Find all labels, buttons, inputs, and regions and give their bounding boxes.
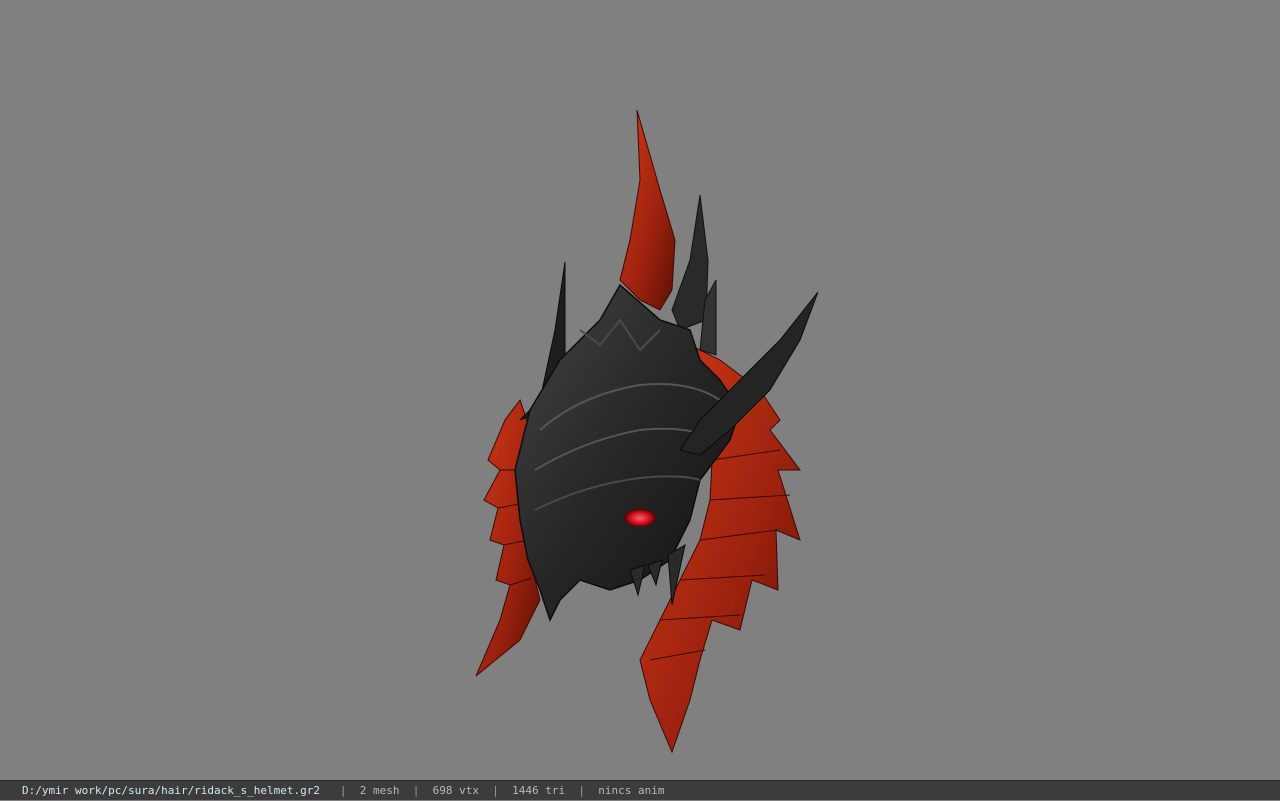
status-bar: D:/ymir work/pc/sura/hair/ridack_s_helme… <box>0 780 1280 800</box>
vertex-count: 698 vtx <box>432 784 479 797</box>
status-separator: | <box>492 784 499 797</box>
eye-glow <box>624 509 656 527</box>
triangle-count: 1446 tri <box>512 784 566 797</box>
status-separator: | <box>339 784 347 797</box>
animation-status: nincs anim <box>598 784 665 797</box>
model-path: D:/ymir work/pc/sura/hair/ridack_s_helme… <box>22 784 321 797</box>
3d-viewport[interactable] <box>0 0 1280 780</box>
mesh-count: 2 mesh <box>359 784 400 797</box>
status-separator: | <box>578 784 585 797</box>
helmet-model <box>475 109 819 754</box>
red-horn <box>619 109 676 311</box>
back-spike-1 <box>671 194 709 331</box>
